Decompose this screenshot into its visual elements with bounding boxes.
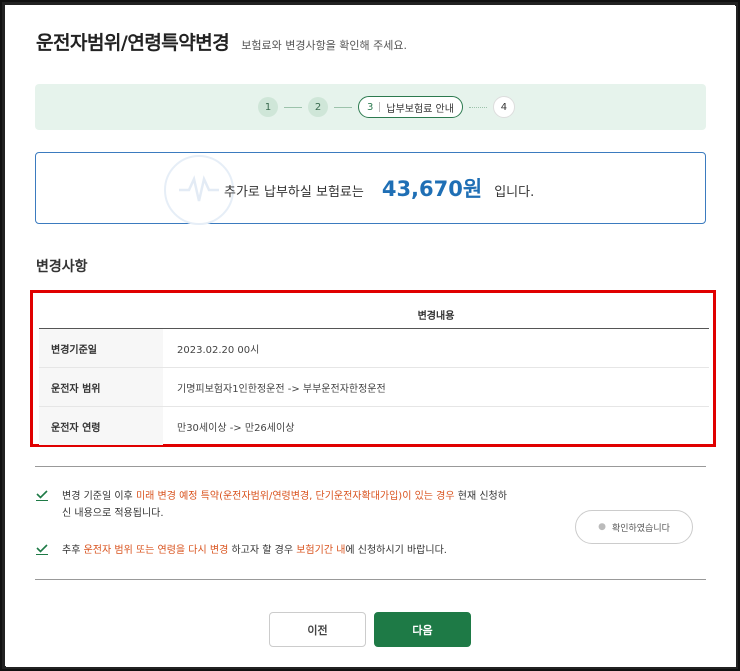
table-row: 운전자 연령 만30세이상 -> 만26세이상	[39, 407, 709, 445]
step-indicator: 1 2 3 납부보험료 안내 4	[35, 84, 706, 130]
check-icon	[36, 544, 48, 555]
step-3-label: 납부보험료 안내	[386, 103, 454, 115]
page-subtitle: 보험료와 변경사항을 확인해 주세요.	[241, 39, 408, 52]
changes-table-highlight: 변경내용 변경기준일 2023.02.20 00시 운전자 범위 기명피보험자1…	[30, 290, 716, 447]
check-icon	[36, 490, 48, 501]
next-button[interactable]: 다음	[374, 612, 471, 647]
premium-amount-box: 추가로 납부하실 보험료는 43,670원 입니다.	[35, 152, 706, 225]
check-circle-icon: ●	[598, 522, 606, 532]
table-row: 운전자 범위 기명피보험자1인한정운전 -> 부부운전자한정운전	[39, 368, 709, 407]
step-connector	[284, 106, 302, 108]
premium-prefix: 추가로 납부하실 보험료는	[224, 185, 364, 200]
wave-icon	[179, 175, 219, 202]
page: 운전자범위/연령특약변경 보험료와 변경사항을 확인해 주세요. 1 2 3 납…	[6, 6, 736, 667]
window-frame: 운전자범위/연령특약변경 보험료와 변경사항을 확인해 주세요. 1 2 3 납…	[0, 0, 740, 671]
divider	[35, 466, 706, 467]
row-label: 변경기준일	[39, 329, 163, 367]
page-title: 운전자범위/연령특약변경	[36, 32, 230, 54]
notice-2-text: 추후 운전자 범위 또는 연령을 다시 변경 하고자 할 경우 보험기간 내에 …	[62, 545, 447, 556]
premium-value: 43,670원	[381, 177, 483, 201]
changes-table: 변경내용 변경기준일 2023.02.20 00시 운전자 범위 기명피보험자1…	[39, 293, 709, 445]
table-header: 변경내용	[39, 293, 709, 329]
step-1: 1	[258, 97, 278, 117]
confirm-button-label: 확인하였습니다	[611, 523, 670, 534]
premium-suffix: 입니다.	[494, 185, 535, 200]
header: 운전자범위/연령특약변경 보험료와 변경사항을 확인해 주세요.	[36, 28, 407, 55]
notice-1-text: 변경 기준일 이후 미래 변경 예정 특약(운전자범위/연령변경, 단기운전자확…	[62, 491, 507, 519]
notice-2: 추후 운전자 범위 또는 연령을 다시 변경 하고자 할 경우 보험기간 내에 …	[36, 542, 516, 559]
premium-amount-line: 추가로 납부하실 보험료는 43,670원 입니다.	[224, 173, 534, 203]
step-3-number: 3	[367, 101, 374, 113]
step-4: 4	[492, 96, 515, 118]
step-2: 2	[308, 97, 328, 117]
step-3-active: 3 납부보험료 안내	[358, 96, 463, 118]
header-empty-cell	[39, 293, 163, 328]
confirm-button[interactable]: ● 확인하였습니다	[575, 510, 693, 544]
header-change-content: 변경내용	[417, 311, 455, 322]
prev-button[interactable]: 이전	[269, 612, 366, 647]
notice-1: 변경 기준일 이후 미래 변경 예정 특약(운전자범위/연령변경, 단기운전자확…	[36, 488, 516, 522]
row-value: 만30세이상 -> 만26세이상	[177, 422, 295, 434]
changes-section-title: 변경사항	[36, 259, 88, 275]
row-value: 2023.02.20 00시	[177, 344, 260, 356]
divider	[35, 579, 706, 580]
step-divider	[379, 102, 381, 112]
table-row: 변경기준일 2023.02.20 00시	[39, 329, 709, 368]
row-value: 기명피보험자1인한정운전 -> 부부운전자한정운전	[177, 383, 386, 395]
row-label: 운전자 범위	[39, 368, 163, 406]
step-connector	[468, 106, 487, 108]
row-label: 운전자 연령	[39, 407, 163, 445]
step-connector	[334, 106, 352, 108]
